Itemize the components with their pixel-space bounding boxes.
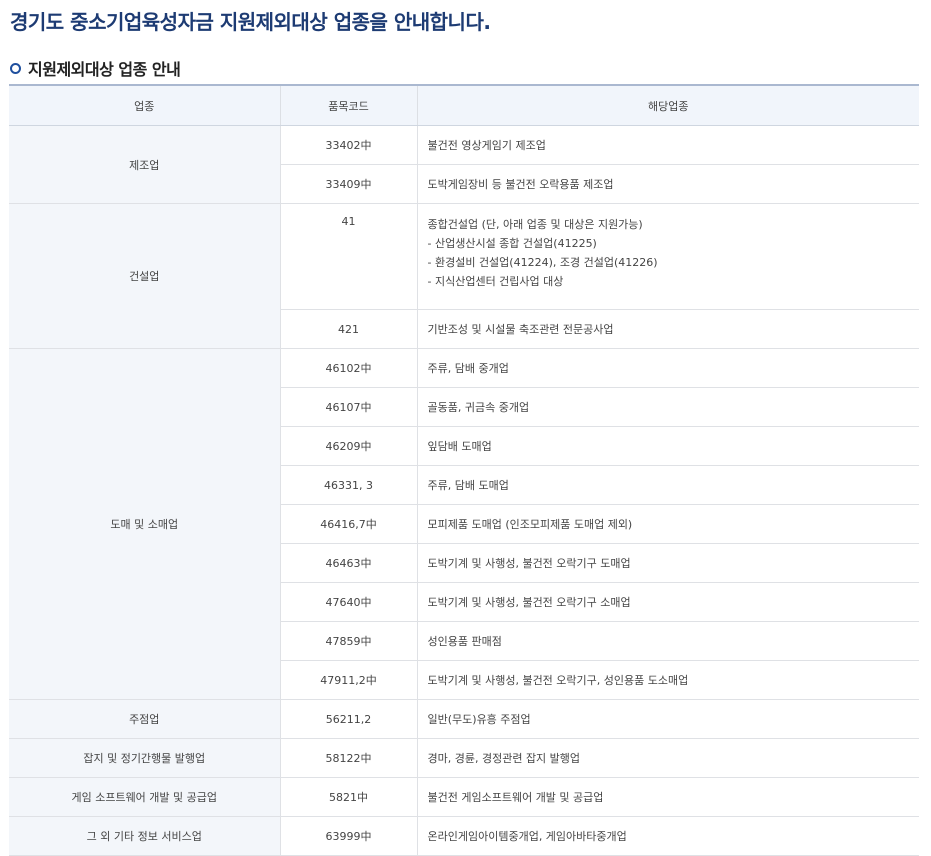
applicable-industry-cell: 불건전 영상게임기 제조업 (416, 125, 919, 165)
description-line: - 지식산업센터 건립사업 대상 (427, 275, 564, 288)
description-line: 잎담배 도매업 (427, 439, 492, 453)
table-row: 도매 및 소매업 46102中 주류, 담배 중개업 (9, 348, 919, 700)
page-title: 경기도 중소기업육성자금 지원제외대상 업종을 안내합니다. (10, 10, 491, 34)
industry-category-cell: 도매 및 소매업 (9, 348, 280, 700)
description-line: 불건전 게임소프트웨어 개발 및 공급업 (427, 790, 604, 804)
item-code-cell: 46331, 3 (279, 465, 417, 505)
applicable-industry-cell: 불건전 게임소프트웨어 개발 및 공급업 (416, 777, 919, 817)
table-row: 건설업 41 종합건설업 (단, 아래 업종 및 대상은 지원가능) - 산업생산시설… (9, 203, 919, 349)
description-line: 종합건설업 (단, 아래 업종 및 대상은 지원가능) (427, 218, 643, 231)
item-code-cell: 46463中 (279, 543, 417, 583)
item-code-cell: 46209中 (279, 426, 417, 466)
table-row: 잡지 및 정기간행물 발행업 58122中 경마, 경륜, 경정관련 잡지 발행업 (9, 738, 919, 778)
item-code-cell: 46416,7中 (279, 504, 417, 544)
table-header-row: 업종 품목코드 해당업종 (9, 84, 919, 126)
excluded-industries-table: 업종 품목코드 해당업종 제조업 33402中 불건전 영상게임기 제조업 33409… (9, 84, 919, 856)
header-item-code: 품목코드 (279, 84, 417, 126)
item-code-cell: 63999中 (279, 816, 417, 856)
item-code-cell: 5821中 (279, 777, 417, 817)
applicable-industry-cell: 온라인게임아이템중개업, 게임아바타중개업 (416, 816, 919, 856)
applicable-industry-cell: 도박기계 및 사행성, 불건전 오락기구 도매업 (416, 543, 919, 583)
industry-category-cell: 건설업 (9, 203, 280, 349)
applicable-industry-cell: 종합건설업 (단, 아래 업종 및 대상은 지원가능) - 산업생산시설 종합 건… (416, 203, 919, 310)
industry-category-cell: 게임 소프트웨어 개발 및 공급업 (9, 777, 280, 817)
header-industry: 업종 (9, 84, 280, 126)
item-code-cell: 47640中 (279, 582, 417, 622)
applicable-industry-cell: 도박기계 및 사행성, 불건전 오락기구 소매업 (416, 582, 919, 622)
description-line: - 환경설비 건설업(41224), 조경 건설업(41226) (427, 256, 658, 269)
description-line: 경마, 경륜, 경정관련 잡지 발행업 (427, 751, 581, 765)
description-line: 모피제품 도매업 (인조모피제품 도매업 제외) (427, 517, 633, 531)
table-row: 그 외 기타 정보 서비스업 63999中 온라인게임아이템중개업, 게임아바타중개… (9, 816, 919, 856)
header-applicable-industry: 해당업종 (416, 84, 919, 126)
description-line: 골동품, 귀금속 중개업 (427, 400, 530, 414)
description-line: 도박게임장비 등 불건전 오락용품 제조업 (427, 177, 614, 191)
table-row: 주점업 56211,2 일반(무도)유흥 주점업 (9, 699, 919, 739)
table-row: 제조업 33402中 불건전 영상게임기 제조업 (9, 125, 919, 204)
description-line: 일반(무도)유흥 주점업 (427, 712, 531, 726)
applicable-industry-cell: 골동품, 귀금속 중개업 (416, 387, 919, 427)
description-line: 불건전 영상게임기 제조업 (427, 138, 546, 152)
description-line: 도박기계 및 사행성, 불건전 오락기구, 성인용품 도소매업 (427, 673, 689, 687)
description-line: 성인용품 판매점 (427, 634, 502, 648)
applicable-industry-cell: 잎담배 도매업 (416, 426, 919, 466)
item-code-cell: 41 (279, 203, 417, 310)
description-line: 도박기계 및 사행성, 불건전 오락기구 도매업 (427, 556, 631, 570)
item-code-cell: 47859中 (279, 621, 417, 661)
industry-category-cell: 주점업 (9, 699, 280, 739)
section-title: 지원제외대상 업종 안내 (28, 60, 181, 79)
item-code-cell: 421 (279, 309, 417, 349)
item-code-cell: 46107中 (279, 387, 417, 427)
applicable-industry-cell: 도박기계 및 사행성, 불건전 오락기구, 성인용품 도소매업 (416, 660, 919, 700)
description-line: 주류, 담배 도매업 (427, 478, 509, 492)
description-line: 도박기계 및 사행성, 불건전 오락기구 소매업 (427, 595, 631, 609)
item-code-cell: 58122中 (279, 738, 417, 778)
applicable-industry-cell: 주류, 담배 중개업 (416, 348, 919, 388)
description-line: 온라인게임아이템중개업, 게임아바타중개업 (427, 829, 627, 843)
item-code-cell: 33409中 (279, 164, 417, 204)
description-line: - 산업생산시설 종합 건설업(41225) (427, 237, 597, 250)
applicable-industry-cell: 도박게임장비 등 불건전 오락용품 제조업 (416, 164, 919, 204)
description-line: 주류, 담배 중개업 (427, 361, 509, 375)
industry-category-cell: 잡지 및 정기간행물 발행업 (9, 738, 280, 778)
description-line: 기반조성 및 시설물 축조관련 전문공사업 (427, 322, 614, 336)
item-code-cell: 47911,2中 (279, 660, 417, 700)
item-code-cell: 33402中 (279, 125, 417, 165)
applicable-industry-cell: 경마, 경륜, 경정관련 잡지 발행업 (416, 738, 919, 778)
item-code-cell: 56211,2 (279, 699, 417, 739)
industry-category-cell: 그 외 기타 정보 서비스업 (9, 816, 280, 856)
applicable-industry-cell: 기반조성 및 시설물 축조관련 전문공사업 (416, 309, 919, 349)
applicable-industry-cell: 일반(무도)유흥 주점업 (416, 699, 919, 739)
applicable-industry-cell: 모피제품 도매업 (인조모피제품 도매업 제외) (416, 504, 919, 544)
circle-bullet-icon (10, 62, 21, 74)
item-code-cell: 46102中 (279, 348, 417, 388)
applicable-industry-cell: 주류, 담배 도매업 (416, 465, 919, 505)
table-row: 게임 소프트웨어 개발 및 공급업 5821中 불건전 게임소프트웨어 개발 및 공… (9, 777, 919, 817)
industry-category-cell: 제조업 (9, 125, 280, 204)
section-header: 지원제외대상 업종 안내 (10, 56, 181, 80)
applicable-industry-cell: 성인용품 판매점 (416, 621, 919, 661)
